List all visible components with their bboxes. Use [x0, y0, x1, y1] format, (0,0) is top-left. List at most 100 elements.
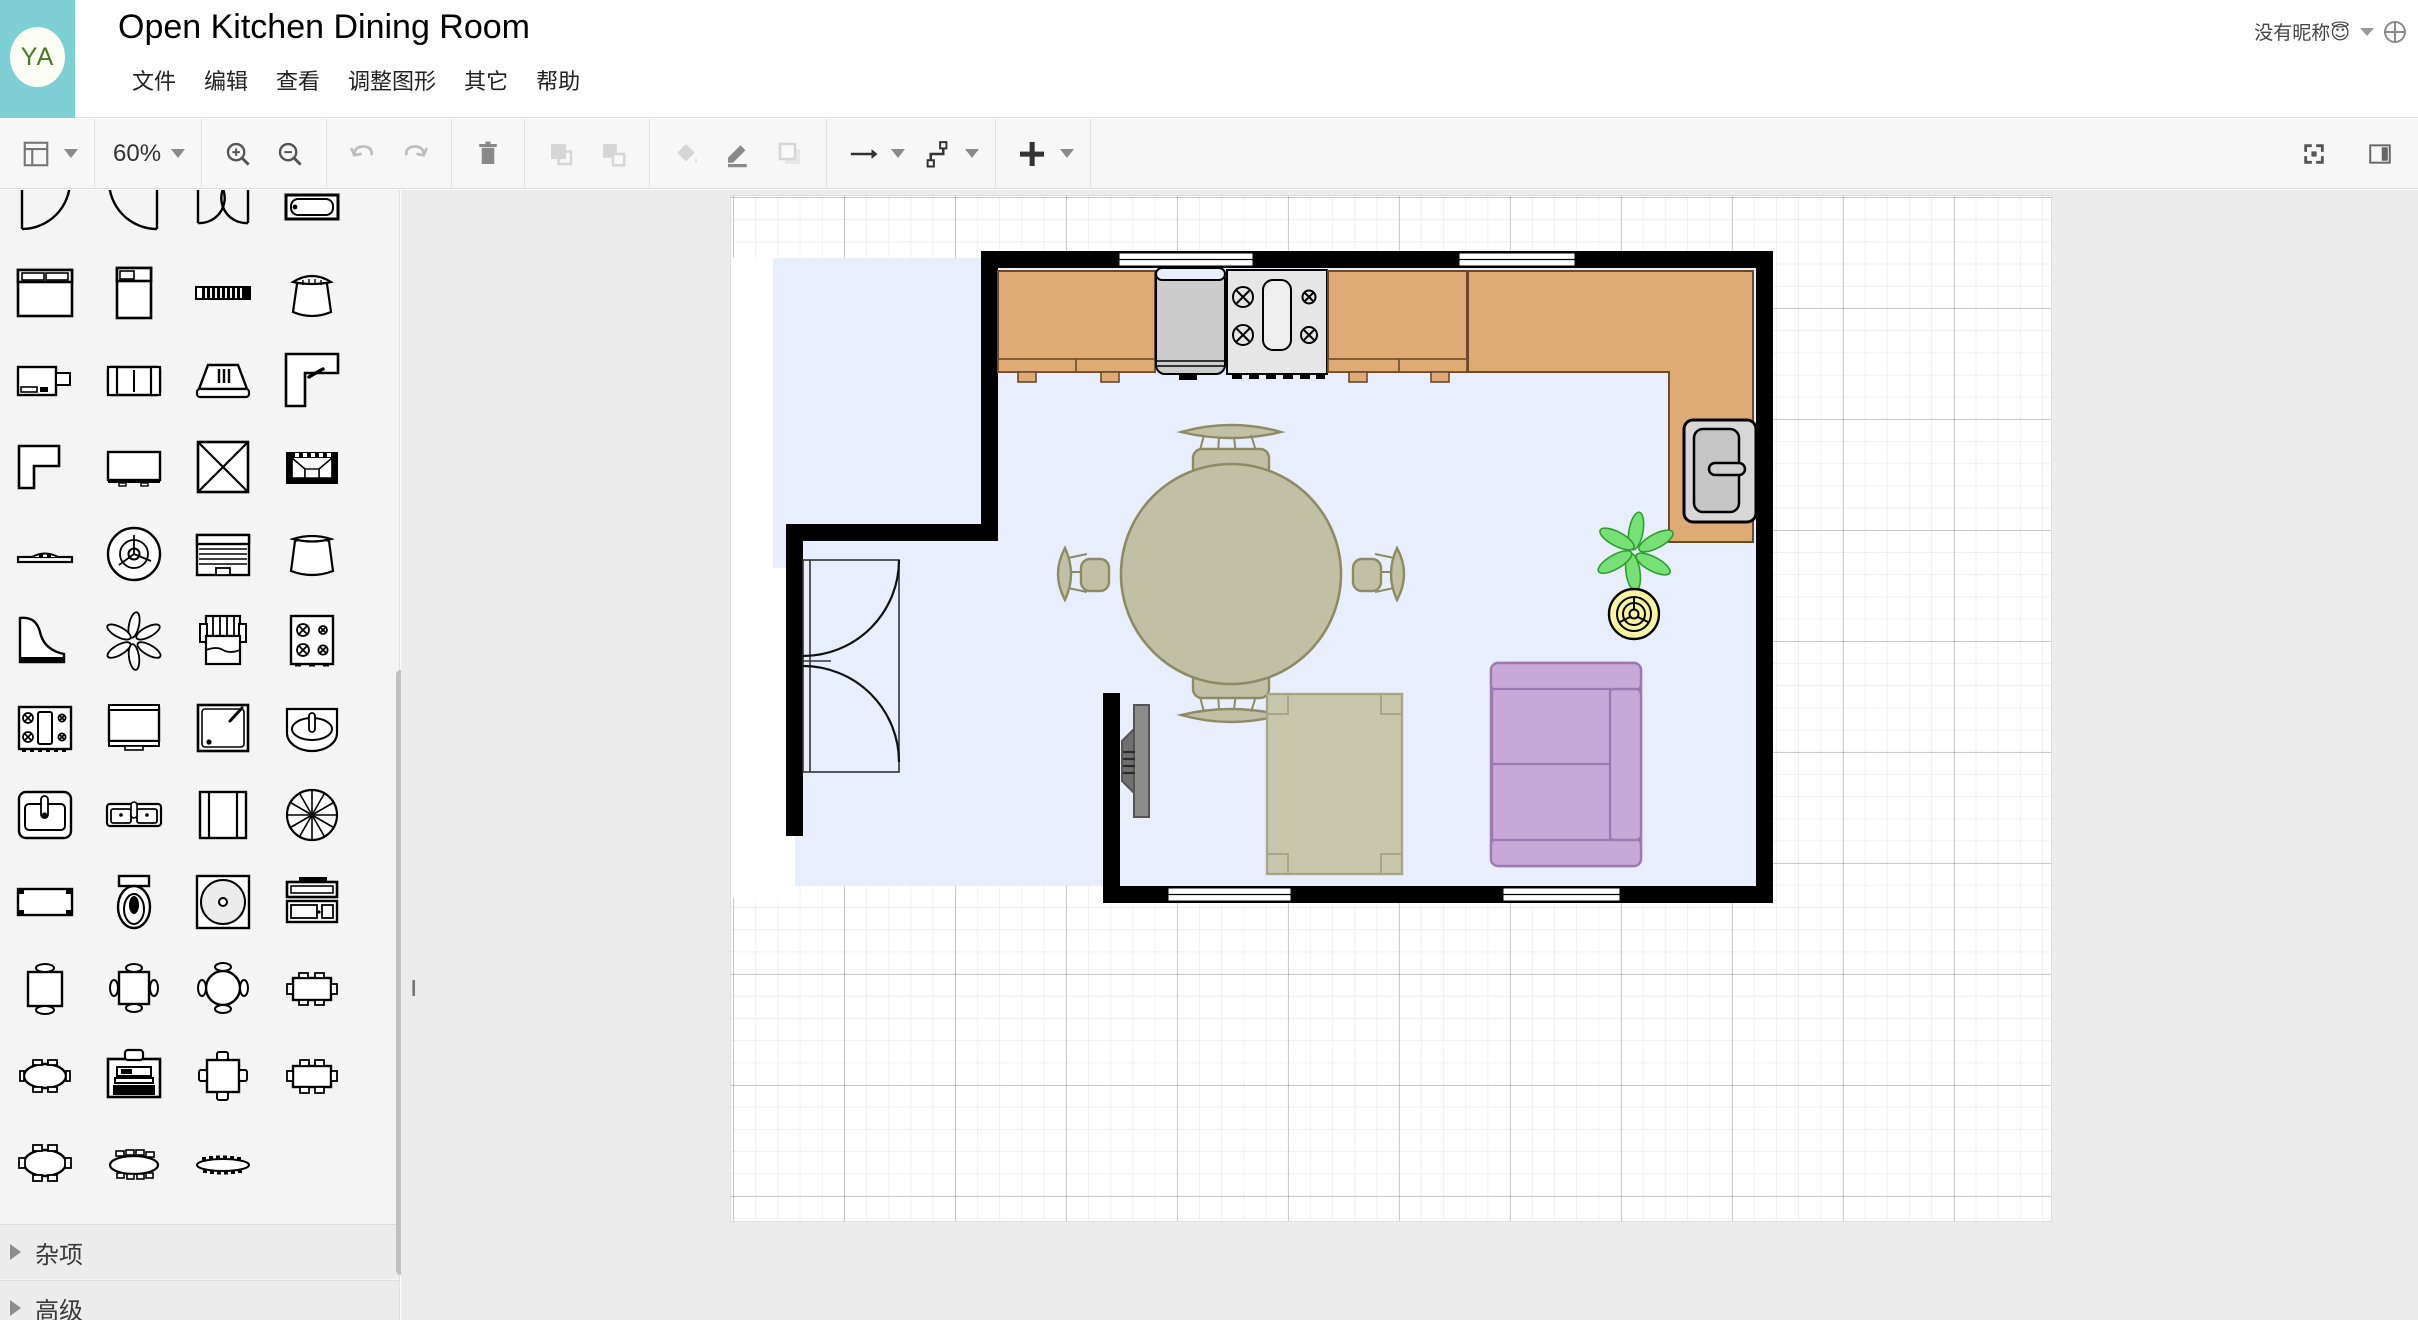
floor-plan-drawing[interactable]	[731, 196, 2051, 1221]
insert-button[interactable]	[1006, 128, 1058, 180]
shape-table-rect-4chair[interactable]	[267, 1032, 356, 1119]
shape-table-oval-4chair[interactable]	[0, 1032, 89, 1119]
section-misc[interactable]: 杂项	[0, 1224, 399, 1279]
menu-help[interactable]: 帮助	[522, 60, 594, 100]
section-advanced[interactable]: 高级	[0, 1280, 399, 1320]
shape-piano-grand[interactable]	[0, 597, 89, 684]
shape-palette-sidebar[interactable]: 杂项 高级	[0, 190, 400, 1320]
dishwasher[interactable]	[1155, 267, 1226, 380]
shape-table-oval-8chair[interactable]	[89, 1119, 178, 1206]
kitchen-counter-right[interactable]	[1327, 270, 1468, 383]
shape-plant-flower[interactable]	[89, 597, 178, 684]
dining-table-round[interactable]	[1119, 462, 1343, 686]
menu-file[interactable]: 文件	[118, 60, 190, 100]
shape-bathtub[interactable]	[267, 190, 356, 249]
shape-shower-square[interactable]	[178, 684, 267, 771]
line-color-button[interactable]	[712, 128, 764, 180]
shape-table-square-1chair[interactable]	[0, 945, 89, 1032]
shape-media-stack[interactable]	[267, 858, 356, 945]
shape-sofa-two-seat[interactable]	[89, 336, 178, 423]
user-account-area[interactable]: 没有昵称😇	[2254, 18, 2406, 45]
shape-door-arc-left[interactable]	[0, 190, 89, 249]
shape-tv-console[interactable]	[89, 423, 178, 510]
shape-bench-low[interactable]	[0, 510, 89, 597]
menu-arrange[interactable]: 调整图形	[334, 60, 450, 100]
shape-crossed-square[interactable]	[178, 423, 267, 510]
connection-style-button[interactable]	[837, 128, 889, 180]
format-panel-button[interactable]	[2354, 128, 2406, 180]
shape-armchair-round[interactable]	[267, 249, 356, 336]
sofa[interactable]	[1489, 661, 1643, 868]
zoom-in-button[interactable]	[212, 128, 264, 180]
view-layout-button[interactable]	[10, 128, 62, 180]
shape-window-shutter[interactable]	[178, 510, 267, 597]
undo-button[interactable]	[337, 128, 389, 180]
shape-bed-double[interactable]	[0, 249, 89, 336]
shape-armchair-wide[interactable]	[267, 510, 356, 597]
shape-workstation-desk[interactable]	[0, 336, 89, 423]
shape-table-oval-many-chair[interactable]	[178, 1119, 267, 1206]
delete-button[interactable]	[462, 128, 514, 180]
waypoints-button[interactable]	[911, 128, 963, 180]
shape-table-oval-6chair[interactable]	[0, 1119, 89, 1206]
fullscreen-button[interactable]	[2288, 128, 2340, 180]
shape-fireplace[interactable]	[267, 423, 356, 510]
menu-edit[interactable]: 编辑	[190, 60, 262, 100]
window-bottom-right[interactable]	[1502, 887, 1621, 902]
insert-dropdown-icon[interactable]	[1060, 149, 1075, 158]
panel-splitter[interactable]: ❙❙	[401, 190, 435, 1320]
shape-range-with-oven[interactable]	[0, 684, 89, 771]
shape-toilet[interactable]	[89, 858, 178, 945]
menu-view[interactable]: 查看	[262, 60, 334, 100]
chevron-down-icon[interactable]	[2360, 27, 2374, 36]
window-top-left[interactable]	[1118, 252, 1254, 267]
shape-table-rect-plain[interactable]	[0, 858, 89, 945]
shape-table-square-4chair[interactable]	[178, 1032, 267, 1119]
shape-table-rect-6chair[interactable]	[267, 945, 356, 1032]
floor-lamp[interactable]	[1607, 587, 1661, 641]
view-layout-dropdown-icon[interactable]	[64, 149, 78, 158]
shape-armchair-striped[interactable]	[178, 597, 267, 684]
zoom-level-label[interactable]: 60%	[105, 140, 169, 168]
shape-bed-single[interactable]	[89, 249, 178, 336]
window-bottom-left[interactable]	[1167, 887, 1292, 902]
shape-round-rug-spokes[interactable]	[267, 771, 356, 858]
area-rug[interactable]	[1265, 692, 1404, 876]
shape-counter-l-shape[interactable]	[0, 423, 89, 510]
shape-stove-four-burner[interactable]	[267, 597, 356, 684]
shadow-button[interactable]	[764, 128, 816, 180]
shape-table-square-3chair[interactable]	[89, 945, 178, 1032]
redo-button[interactable]	[389, 128, 441, 180]
to-back-button[interactable]	[587, 128, 639, 180]
shape-sink-oval[interactable]	[267, 684, 356, 771]
shape-counter-corner[interactable]	[267, 336, 356, 423]
shape-sink-rounded-square[interactable]	[0, 771, 89, 858]
waypoints-dropdown-icon[interactable]	[965, 149, 980, 158]
cooktop-range[interactable]	[1226, 269, 1328, 379]
diagram-canvas[interactable]	[421, 190, 2418, 1320]
shape-table-round-3chair[interactable]	[178, 945, 267, 1032]
shape-door-arc-right[interactable]	[89, 190, 178, 249]
kitchen-counter-left[interactable]	[997, 270, 1156, 383]
refrigerator[interactable]	[1682, 418, 1758, 524]
shape-ceiling-fan[interactable]	[89, 510, 178, 597]
shape-range-hood[interactable]	[178, 336, 267, 423]
page-title[interactable]: Open Kitchen Dining Room	[118, 8, 530, 47]
zoom-dropdown-icon[interactable]	[171, 149, 186, 158]
zoom-out-button[interactable]	[264, 128, 316, 180]
canvas-page[interactable]	[731, 196, 2051, 1221]
connection-style-dropdown-icon[interactable]	[891, 149, 906, 158]
shape-radiator[interactable]	[178, 249, 267, 336]
shape-washer-dryer[interactable]	[89, 684, 178, 771]
menu-extras[interactable]: 其它	[450, 60, 522, 100]
shape-double-door[interactable]	[178, 190, 267, 249]
window-top-right[interactable]	[1458, 252, 1576, 267]
fill-color-button[interactable]	[660, 128, 712, 180]
language-globe-icon[interactable]	[2384, 20, 2406, 43]
app-logo[interactable]: YA	[0, 0, 75, 118]
to-front-button[interactable]	[535, 128, 587, 180]
shape-sofa-three-seat[interactable]	[178, 771, 267, 858]
shape-round-table-disc[interactable]	[178, 858, 267, 945]
shape-double-vanity-sink[interactable]	[89, 771, 178, 858]
shape-office-workstation[interactable]	[89, 1032, 178, 1119]
